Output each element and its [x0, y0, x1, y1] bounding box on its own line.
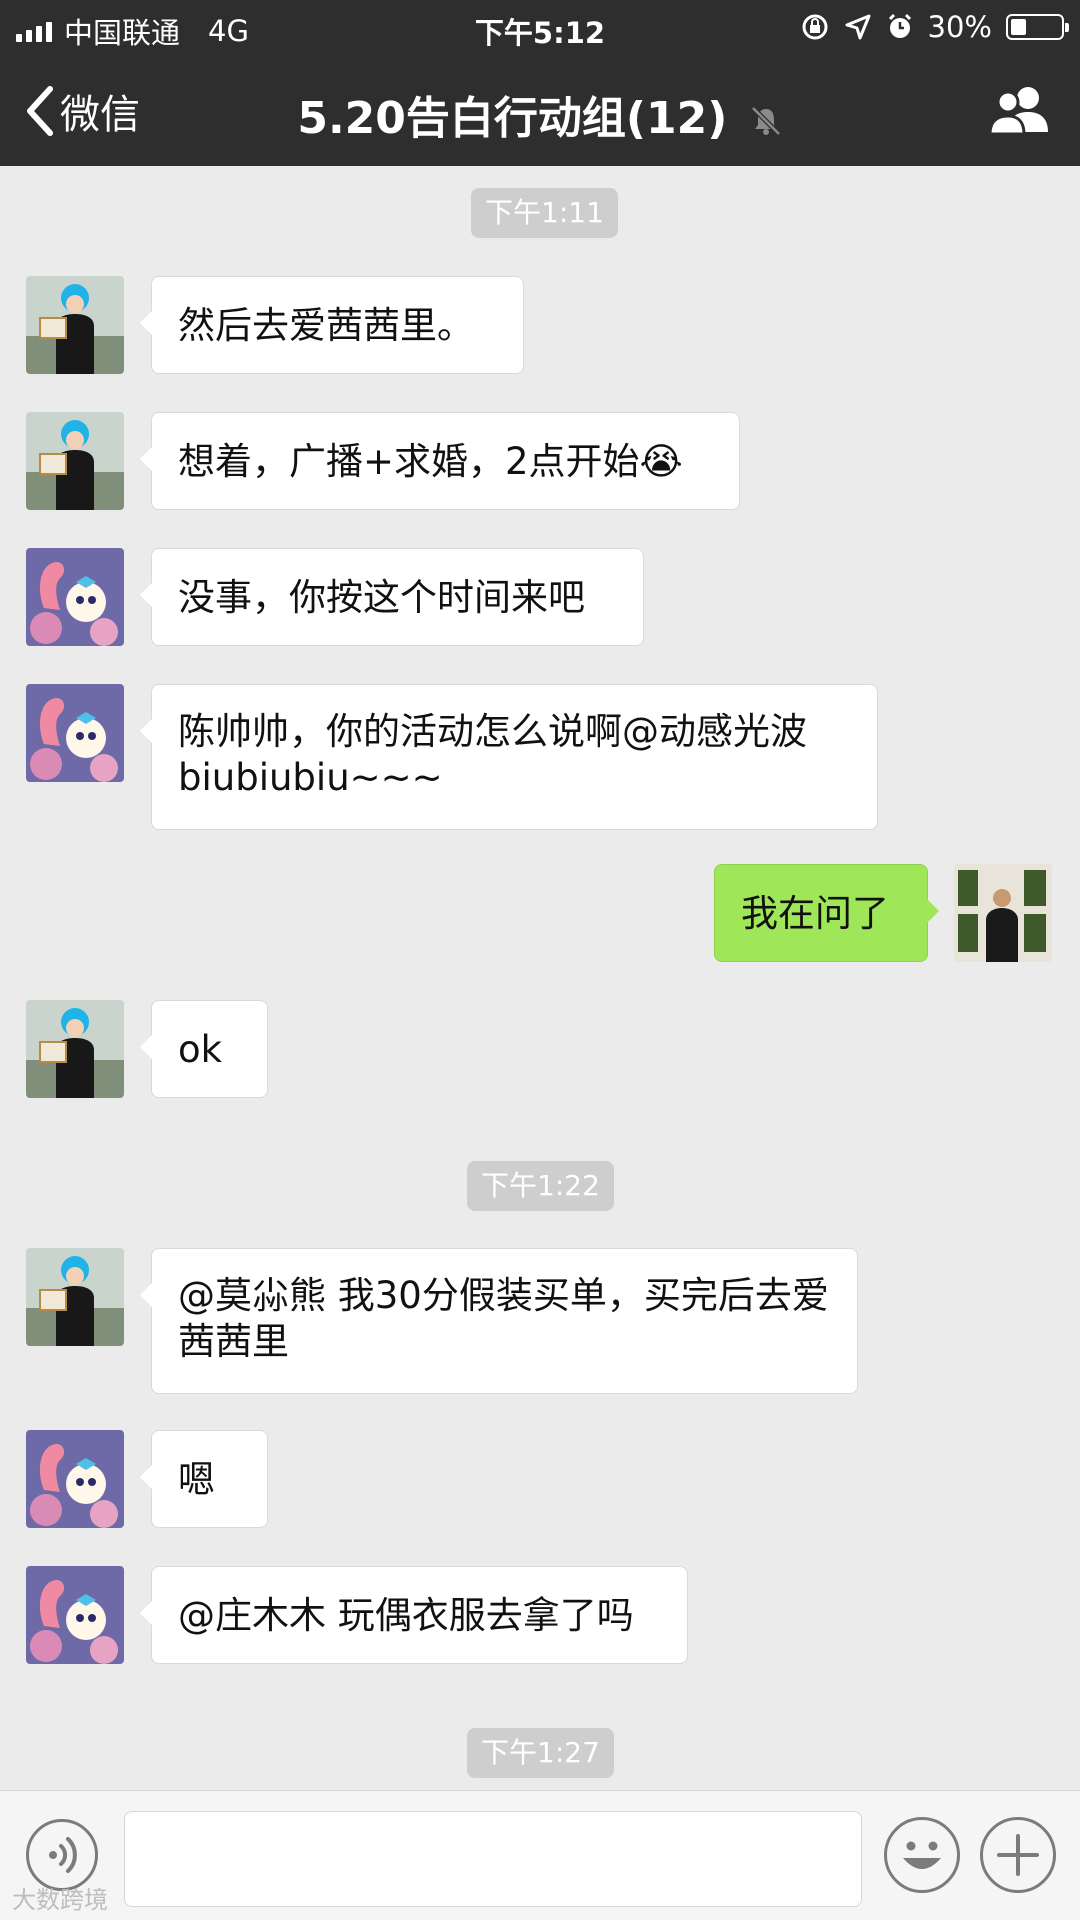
message-bubble[interactable]: 嗯 — [140, 1430, 268, 1528]
avatar-flamingo-doll[interactable] — [26, 548, 124, 646]
chat-title: 5.20告白行动组(12) — [0, 82, 1080, 146]
location-arrow-icon — [845, 14, 871, 40]
message-bubble[interactable]: 没事，你按这个时间来吧 — [140, 548, 644, 646]
message-bubble[interactable]: 陈帅帅，你的活动怎么说啊@动感光波biubiubiu~~~ — [140, 684, 878, 830]
message-bubble[interactable]: ok — [140, 1000, 268, 1098]
message-bubble[interactable]: @庄木木 玩偶衣服去拿了吗 — [140, 1566, 688, 1664]
message-bubble[interactable]: @莫尛熊 我30分假装买单，买完后去爱茜茜里 — [140, 1248, 858, 1394]
plus-icon — [997, 1834, 1039, 1876]
avatar-blue-hair[interactable] — [26, 1000, 124, 1098]
group-name: 5.20告白行动组(12) — [297, 93, 728, 144]
crying-laughing-emoji-icon: 😭 — [639, 440, 683, 483]
input-bar — [0, 1790, 1080, 1920]
message-text: 我在问了 — [741, 892, 889, 935]
message-text: 想着，广播+求婚，2点开始 — [178, 440, 640, 483]
timestamp: 下午1:22 — [467, 1161, 614, 1211]
battery-icon — [1006, 14, 1069, 40]
message-bubble[interactable]: 想着，广播+求婚，2点开始😭 — [140, 412, 740, 510]
message-text: 然后去爱茜茜里。 — [178, 304, 474, 347]
avatar-flamingo-doll[interactable] — [26, 1430, 124, 1528]
status-right: 30% — [800, 10, 1069, 44]
alarm-clock-icon — [888, 13, 911, 38]
voice-icon — [49, 1837, 77, 1873]
nav-bar: 微信 5.20告白行动组(12) — [0, 54, 1080, 166]
timestamp: 下午1:27 — [467, 1728, 614, 1778]
timestamp: 下午1:11 — [471, 188, 618, 238]
emoji-button[interactable] — [884, 1817, 960, 1893]
avatar-blue-hair[interactable] — [26, 276, 124, 374]
message-bubble-self[interactable]: 我在问了 — [714, 864, 939, 962]
message-input[interactable] — [124, 1811, 862, 1907]
avatar-blue-hair[interactable] — [26, 412, 124, 510]
avatar-flamingo-doll[interactable] — [26, 684, 124, 782]
group-members-icon[interactable] — [988, 84, 1052, 136]
message-bubble[interactable]: 然后去爱茜茜里。 — [140, 276, 524, 374]
watermark: 大数跨境 — [12, 1886, 108, 1914]
orientation-lock-icon — [802, 14, 828, 40]
chat-area[interactable]: 下午1:11 然后去爱茜茜里。 想着，广播+求婚，2点开始😭 没事，你按这个时间… — [0, 166, 1080, 1790]
battery-percent: 30% — [927, 10, 992, 44]
mute-bell-icon — [750, 106, 781, 136]
message-text: 嗯 — [178, 1458, 215, 1501]
avatar-flamingo-doll[interactable] — [26, 1566, 124, 1664]
message-text: ok — [178, 1028, 223, 1071]
avatar-self[interactable] — [954, 864, 1052, 962]
message-text: 陈帅帅，你的活动怎么说啊@动感光波biubiubiu~~~ — [178, 710, 807, 799]
more-options-button[interactable] — [980, 1817, 1056, 1893]
message-text: 没事，你按这个时间来吧 — [178, 576, 585, 619]
smiley-icon — [903, 1841, 941, 1869]
message-text: @莫尛熊 我30分假装买单，买完后去爱茜茜里 — [178, 1274, 829, 1363]
message-text: @庄木木 玩偶衣服去拿了吗 — [178, 1594, 634, 1637]
status-bar: 中国联通 4G 下午5:12 30% — [0, 0, 1080, 54]
avatar-blue-hair[interactable] — [26, 1248, 124, 1346]
